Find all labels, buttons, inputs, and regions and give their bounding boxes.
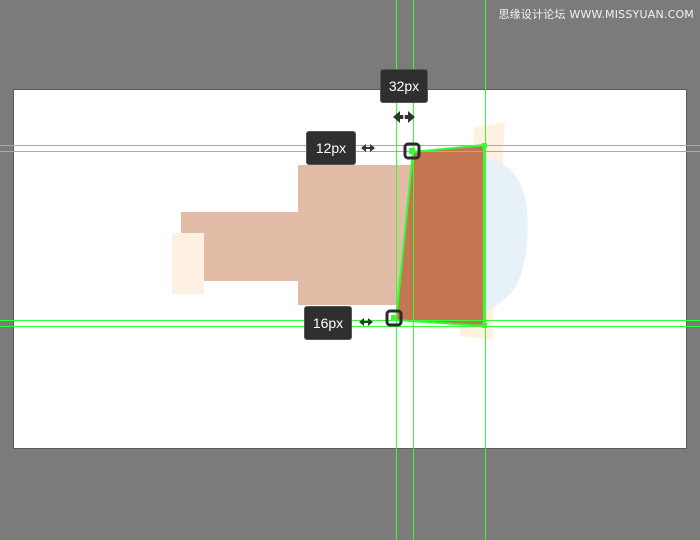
- anchor-handle-top-icon[interactable]: [403, 142, 423, 162]
- bottom-offset-tooltip: 16px: [304, 306, 352, 340]
- width-measure-tooltip: 32px: [380, 69, 428, 103]
- double-arrow-vertical-icon: [361, 144, 375, 152]
- smart-guides: [0, 0, 700, 540]
- double-arrow-horizontal-icon: [393, 111, 415, 123]
- anchor-handle-bottom-icon[interactable]: [385, 309, 405, 329]
- double-arrow-vertical-icon: [359, 318, 373, 326]
- top-offset-tooltip: 12px: [306, 131, 356, 165]
